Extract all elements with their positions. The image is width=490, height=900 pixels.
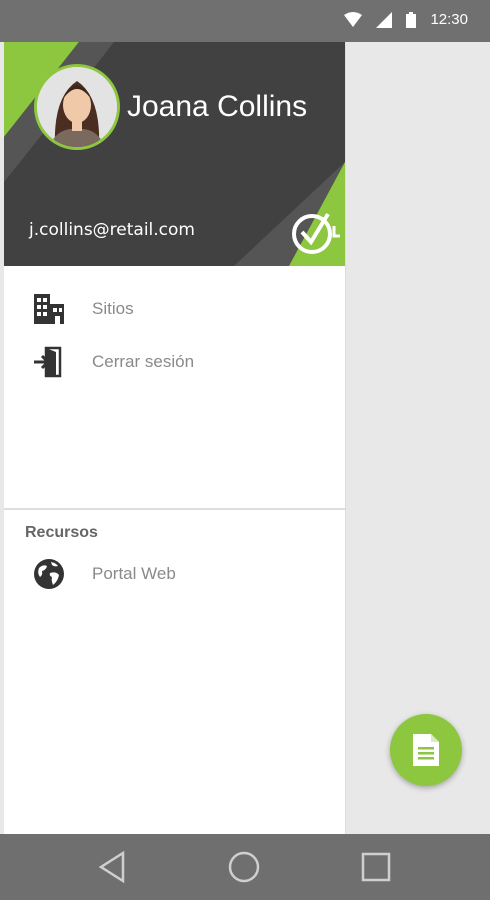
system-nav-bar bbox=[0, 834, 490, 900]
avatar[interactable] bbox=[34, 64, 120, 150]
recursos-section-title: Recursos bbox=[25, 524, 98, 541]
divider bbox=[4, 508, 345, 510]
logout-door-icon bbox=[34, 346, 62, 378]
new-document-fab[interactable] bbox=[390, 714, 462, 786]
user-name: Joana Collins bbox=[127, 90, 308, 123]
status-time: 12:30 bbox=[430, 11, 468, 28]
menu-item-portal-web[interactable]: Portal Web bbox=[4, 550, 345, 596]
building-icon bbox=[34, 294, 64, 324]
profile-photo bbox=[37, 67, 117, 147]
wifi-icon bbox=[344, 11, 363, 27]
menu-item-sitios[interactable]: Sitios bbox=[4, 285, 345, 331]
cerrar-sesion-label: Cerrar sesión bbox=[92, 352, 195, 371]
recents-icon[interactable] bbox=[358, 849, 394, 885]
globe-icon bbox=[34, 559, 64, 589]
portal-web-label: Portal Web bbox=[92, 564, 176, 583]
status-bar: 12:30 bbox=[0, 0, 490, 42]
document-icon bbox=[413, 734, 439, 766]
check-clock-logo bbox=[292, 212, 340, 254]
sitios-label: Sitios bbox=[92, 299, 134, 318]
back-icon[interactable] bbox=[95, 849, 131, 885]
menu-item-cerrar-sesion[interactable]: Cerrar sesión bbox=[4, 338, 345, 384]
user-email: j.collins@retail.com bbox=[29, 220, 195, 240]
home-icon[interactable] bbox=[226, 849, 262, 885]
drawer-header: Joana Collins j.collins@retail.com bbox=[4, 42, 345, 266]
navigation-drawer: Joana Collins j.collins@retail.com Sitio… bbox=[4, 42, 346, 834]
status-icons: 12:30 bbox=[344, 11, 468, 28]
battery-icon bbox=[406, 11, 417, 28]
signal-icon bbox=[376, 11, 393, 28]
